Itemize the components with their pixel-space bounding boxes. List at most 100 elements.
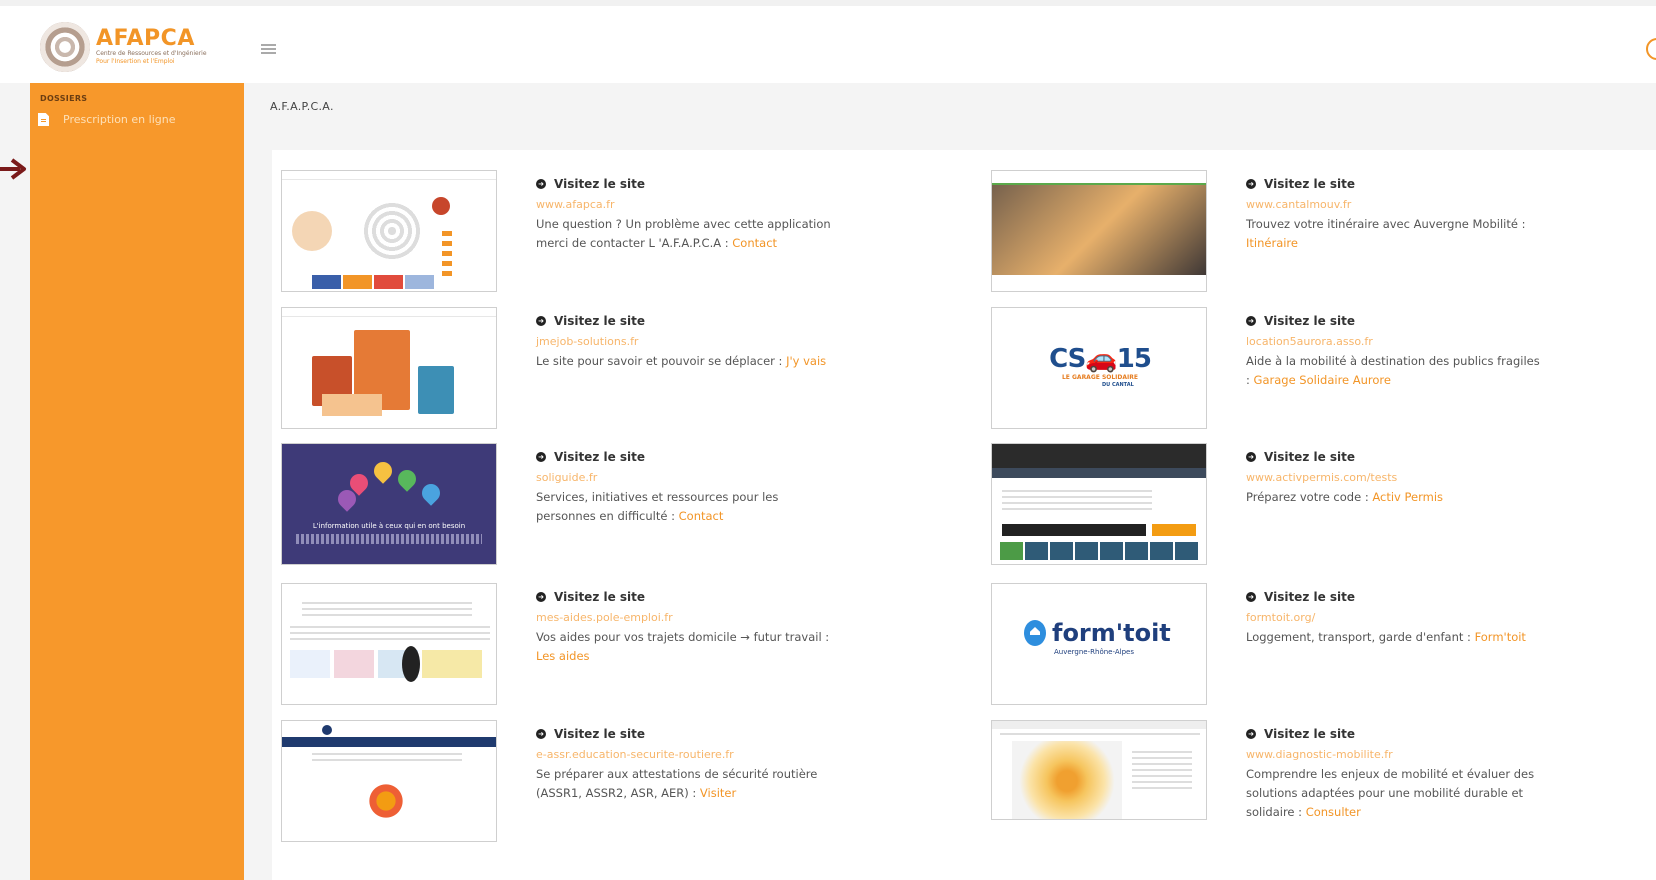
visit-site-heading: ➜ Visitez le site bbox=[1246, 314, 1546, 328]
visit-site-label: Visitez le site bbox=[1264, 450, 1356, 464]
itineraire-link[interactable]: Itinéraire bbox=[1246, 236, 1298, 250]
menu-toggle-icon[interactable] bbox=[261, 44, 276, 54]
site-description: Services, initiatives et ressources pour… bbox=[536, 488, 836, 526]
site-url-link[interactable]: www.activpermis.com/tests bbox=[1246, 471, 1546, 484]
site-thumbnail[interactable] bbox=[281, 170, 497, 292]
links-panel: ➜ Visitez le site www.afapca.fr Une quest… bbox=[272, 150, 1656, 880]
soliguide-tagline: L'information utile à ceux qui en ont be… bbox=[312, 522, 466, 530]
site-thumbnail[interactable] bbox=[991, 443, 1207, 565]
site-thumbnail[interactable] bbox=[281, 720, 497, 842]
activ-permis-link[interactable]: Activ Permis bbox=[1372, 490, 1443, 504]
site-url-link[interactable]: formtoit.org/ bbox=[1246, 611, 1546, 624]
visit-site-heading: ➜ Visitez le site bbox=[536, 177, 836, 191]
site-description: Comprendre les enjeux de mobilité et éva… bbox=[1246, 765, 1546, 822]
visit-site-label: Visitez le site bbox=[1264, 727, 1356, 741]
visit-site-heading: ➜ Visitez le site bbox=[1246, 590, 1546, 604]
cyclist-illustration bbox=[362, 771, 422, 831]
sidebar-item-label: Prescription en ligne bbox=[63, 113, 176, 126]
description-text: Se préparer aux attestations de sécurité… bbox=[536, 767, 818, 800]
visit-site-label: Visitez le site bbox=[554, 450, 646, 464]
visiter-link[interactable]: Visiter bbox=[700, 786, 736, 800]
site-thumbnail[interactable] bbox=[991, 720, 1207, 820]
afapca-logo[interactable]: AFAPCA Centre de Ressources et d'Ingénie… bbox=[40, 22, 216, 72]
site-description: Préparez votre code : Activ Permis bbox=[1246, 488, 1546, 507]
visit-site-heading: ➜ Visitez le site bbox=[536, 314, 836, 328]
sidebar: DOSSIERS Prescription en ligne bbox=[30, 83, 244, 880]
visit-site-heading: ➜ Visitez le site bbox=[536, 727, 836, 741]
link-card-formtoit: form'toit Auvergne-Rhône-Alpes ➜ Visitez … bbox=[991, 583, 1631, 713]
arrow-circle-icon: ➜ bbox=[536, 592, 546, 602]
site-url-link[interactable]: soliguide.fr bbox=[536, 471, 836, 484]
user-avatar[interactable] bbox=[1646, 38, 1656, 60]
link-card-garage-solidaire: CS🚗15 LE GARAGE SOLIDAIRE DU CANTAL ➜ Vis… bbox=[991, 307, 1631, 437]
site-thumbnail[interactable] bbox=[281, 583, 497, 705]
site-description: Vos aides pour vos trajets domicile → fu… bbox=[536, 628, 836, 666]
contact-link[interactable]: Contact bbox=[679, 509, 724, 523]
visit-site-label: Visitez le site bbox=[554, 590, 646, 604]
site-url-link[interactable]: location5aurora.asso.fr bbox=[1246, 335, 1546, 348]
site-thumbnail[interactable] bbox=[991, 170, 1207, 292]
description-text: Vos aides pour vos trajets domicile → fu… bbox=[536, 630, 830, 644]
logo-subtitle-line-1: Centre de Ressources et d'Ingénierie bbox=[96, 50, 207, 57]
garage-logo-subtitle-2: DU CANTAL bbox=[1102, 382, 1134, 388]
spiral-logo-icon bbox=[40, 22, 90, 72]
arrow-circle-icon: ➜ bbox=[536, 729, 546, 739]
formtoit-pin-icon bbox=[1024, 620, 1046, 646]
les-aides-link[interactable]: Les aides bbox=[536, 649, 590, 663]
target-illustration bbox=[362, 201, 422, 261]
annotation-arrow-icon bbox=[0, 158, 26, 180]
arrow-circle-icon: ➜ bbox=[536, 179, 546, 189]
visit-site-label: Visitez le site bbox=[1264, 314, 1356, 328]
contact-link[interactable]: Contact bbox=[732, 236, 777, 250]
site-description: Le site pour savoir et pouvoir se déplac… bbox=[536, 352, 836, 371]
garage-logo-subtitle: LE GARAGE SOLIDAIRE bbox=[1061, 374, 1138, 381]
site-url-link[interactable]: mes-aides.pole-emploi.fr bbox=[536, 611, 836, 624]
visit-site-label: Visitez le site bbox=[554, 314, 646, 328]
visit-site-label: Visitez le site bbox=[1264, 590, 1356, 604]
link-card-diagnostic-mobilite: ➜ Visitez le site www.diagnostic-mobilite… bbox=[991, 720, 1631, 850]
link-card-cantalmouv: ➜ Visitez le site www.cantalmouv.fr Trouv… bbox=[991, 170, 1631, 300]
arrow-circle-icon: ➜ bbox=[536, 316, 546, 326]
garage-logo-text: CS🚗15 bbox=[1049, 344, 1152, 374]
site-url-link[interactable]: www.afapca.fr bbox=[536, 198, 836, 211]
garage-solidaire-link[interactable]: Garage Solidaire Aurore bbox=[1254, 373, 1391, 387]
site-thumbnail[interactable] bbox=[281, 307, 497, 429]
link-card-mes-aides: ➜ Visitez le site mes-aides.pole-emploi.f… bbox=[281, 583, 921, 713]
site-description: Une question ? Un problème avec cette ap… bbox=[536, 215, 836, 253]
jy-vais-link[interactable]: J'y vais bbox=[786, 354, 826, 368]
description-text: Préparez votre code : bbox=[1246, 490, 1369, 504]
site-thumbnail[interactable]: CS🚗15 LE GARAGE SOLIDAIRE DU CANTAL bbox=[991, 307, 1207, 429]
arrow-circle-icon: ➜ bbox=[1246, 179, 1256, 189]
visit-site-heading: ➜ Visitez le site bbox=[1246, 450, 1546, 464]
logo-subtitle: Centre de Ressources et d'Ingénierie Pou… bbox=[96, 50, 216, 66]
arrow-circle-icon: ➜ bbox=[1246, 592, 1256, 602]
site-thumbnail[interactable]: L'information utile à ceux qui en ont be… bbox=[281, 443, 497, 565]
link-card-activ-permis: ➜ Visitez le site www.activpermis.com/tes… bbox=[991, 443, 1631, 573]
link-card-afapca: ➜ Visitez le site www.afapca.fr Une quest… bbox=[281, 170, 921, 300]
site-url-link[interactable]: e-assr.education-securite-routiere.fr bbox=[536, 748, 836, 761]
visit-site-heading: ➜ Visitez le site bbox=[1246, 727, 1546, 741]
consulter-link[interactable]: Consulter bbox=[1306, 805, 1361, 819]
visit-site-label: Visitez le site bbox=[554, 727, 646, 741]
arrow-circle-icon: ➜ bbox=[1246, 452, 1256, 462]
site-url-link[interactable]: www.diagnostic-mobilite.fr bbox=[1246, 748, 1546, 761]
visit-site-heading: ➜ Visitez le site bbox=[536, 590, 836, 604]
site-description: Se préparer aux attestations de sécurité… bbox=[536, 765, 836, 803]
formtoit-link[interactable]: Form'toit bbox=[1475, 630, 1526, 644]
visit-site-label: Visitez le site bbox=[554, 177, 646, 191]
site-thumbnail[interactable]: form'toit Auvergne-Rhône-Alpes bbox=[991, 583, 1207, 705]
document-icon bbox=[38, 113, 49, 126]
link-card-e-assr: ➜ Visitez le site e-assr.education-securi… bbox=[281, 720, 921, 850]
sidebar-item-prescription[interactable]: Prescription en ligne bbox=[38, 113, 175, 126]
arrow-circle-icon: ➜ bbox=[1246, 316, 1256, 326]
description-text: Comprendre les enjeux de mobilité et éva… bbox=[1246, 767, 1535, 819]
breadcrumb: A.F.A.P.C.A. bbox=[270, 100, 334, 113]
site-description: Trouvez votre itinéraire avec Auvergne M… bbox=[1246, 215, 1546, 253]
arrow-circle-icon: ➜ bbox=[1246, 729, 1256, 739]
visit-site-label: Visitez le site bbox=[1264, 177, 1356, 191]
site-description: Loggement, transport, garde d'enfant : F… bbox=[1246, 628, 1546, 647]
site-url-link[interactable]: jmejob-solutions.fr bbox=[536, 335, 836, 348]
formtoit-logo-subtitle: Auvergne-Rhône-Alpes bbox=[1054, 648, 1134, 656]
site-url-link[interactable]: www.cantalmouv.fr bbox=[1246, 198, 1546, 211]
logo-subtitle-line-2: Pour l'Insertion et l'Emploi bbox=[96, 58, 175, 65]
